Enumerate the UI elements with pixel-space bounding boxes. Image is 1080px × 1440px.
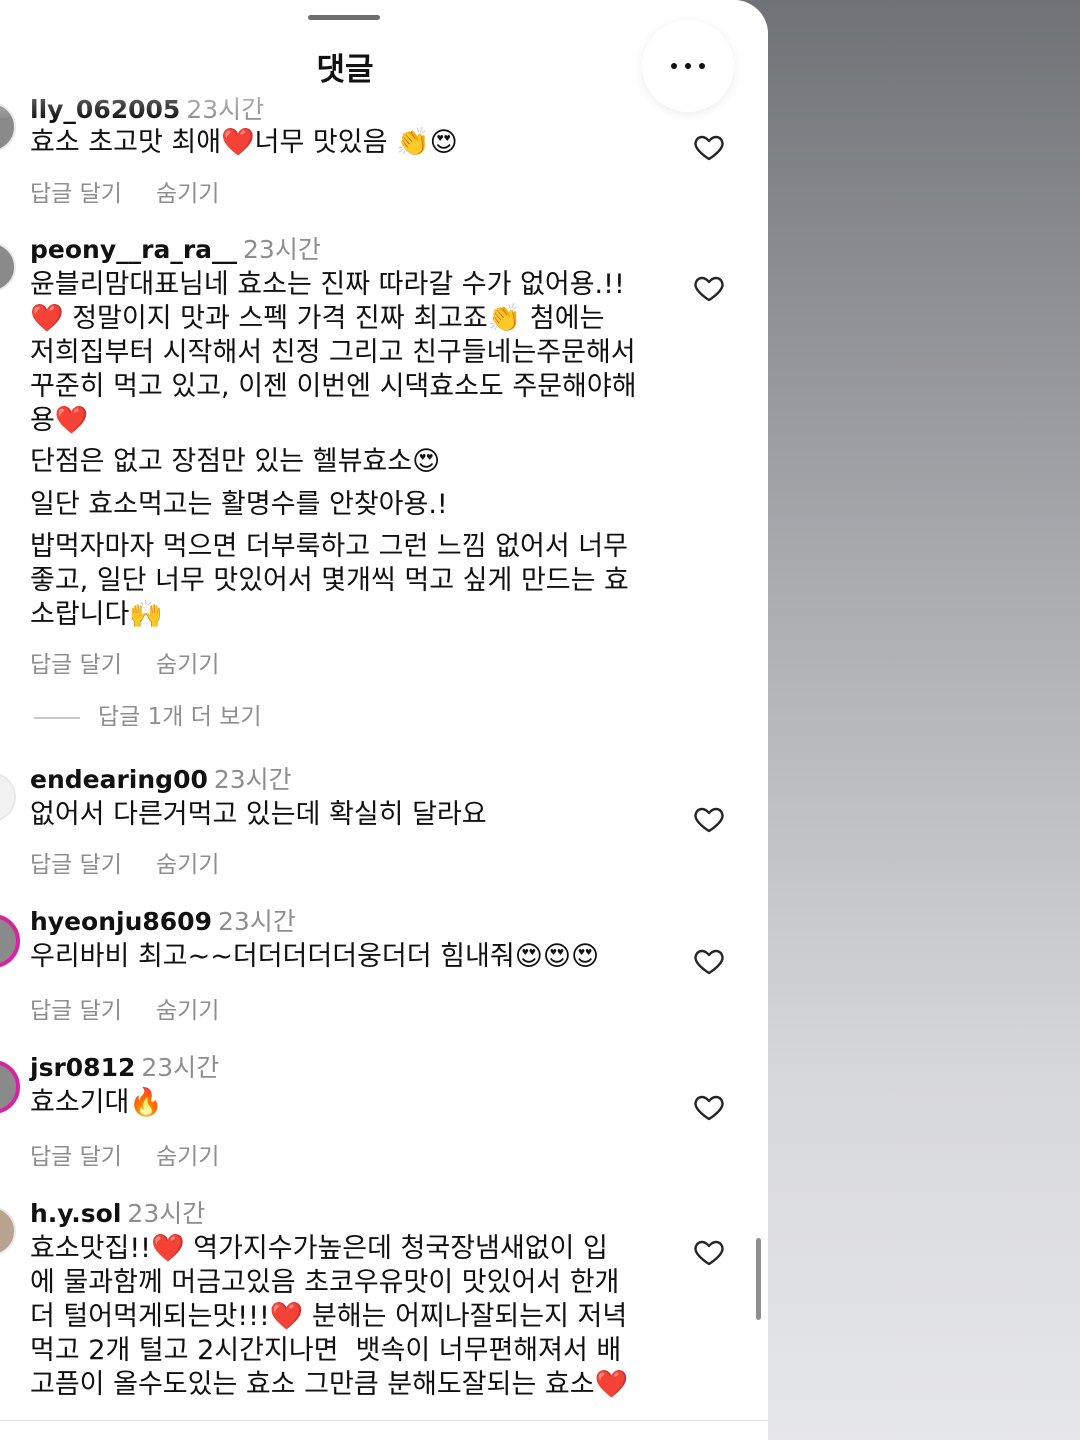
heart-icon[interactable] — [692, 803, 726, 835]
hide-button[interactable]: 숨기기 — [156, 852, 219, 878]
comment-text: 우리바비 최고~~더더더더더웅더더 힘내줘😍😍😍 — [30, 941, 600, 972]
avatar[interactable] — [0, 772, 16, 822]
divider — [0, 1420, 768, 1421]
comment-meta: jsr0812 23시간 — [30, 1048, 219, 1084]
avatar-with-story-ring[interactable] — [0, 1060, 20, 1114]
comment-text: 없어서 다른거먹고 있는데 확실히 달라요 — [30, 799, 487, 830]
comment-time: 23시간 — [127, 1199, 206, 1228]
comment-meta: lly_062005 23시간 — [30, 90, 264, 126]
comment-actions: 답글 달기 숨기기 — [30, 174, 253, 208]
comment-actions: 답글 달기 숨기기 — [30, 991, 253, 1025]
reply-button[interactable]: 답글 달기 — [30, 652, 122, 678]
reply-button[interactable]: 답글 달기 — [30, 852, 122, 878]
avatar-with-story-ring[interactable] — [0, 914, 20, 968]
heart-icon[interactable] — [692, 131, 726, 163]
heart-icon[interactable] — [692, 1236, 726, 1268]
sheet-title: 댓글 — [316, 52, 374, 88]
comment-username[interactable]: jsr0812 — [30, 1053, 135, 1082]
more-horizontal-icon — [685, 63, 691, 69]
avatar[interactable] — [0, 102, 16, 152]
more-horizontal-icon — [699, 63, 705, 69]
comment-actions: 답글 달기 숨기기 — [30, 645, 253, 679]
hide-button[interactable]: 숨기기 — [156, 181, 219, 207]
reply-button[interactable]: 답글 달기 — [30, 181, 122, 207]
comment-meta: peony__ra_ra__ 23시간 — [30, 230, 321, 266]
hide-button[interactable]: 숨기기 — [156, 998, 219, 1024]
comment-time: 23시간 — [141, 1053, 220, 1082]
comment-text: 윤블리맘대표님네 효소는 진짜 따라갈 수가 없어용.!! ❤️ 정말이지 맛과… — [30, 269, 637, 436]
reply-button[interactable]: 답글 달기 — [30, 998, 122, 1024]
reply-button[interactable]: 답글 달기 — [30, 1144, 122, 1170]
comment-time: 23시간 — [243, 235, 321, 264]
comment-username[interactable]: peony__ra_ra__ — [30, 235, 237, 264]
comment-actions: 답글 달기 숨기기 — [30, 845, 253, 879]
more-horizontal-icon — [671, 63, 677, 69]
comment-text: 효소맛집!!❤️ 역가지수가높은데 청국장냄새없이 입 에 물과함께 머금고있음… — [30, 1233, 629, 1400]
avatar[interactable] — [0, 1206, 16, 1256]
heart-icon[interactable] — [692, 272, 726, 304]
view-more-replies[interactable]: 답글 1개 더 보기 — [34, 697, 262, 731]
heart-icon[interactable] — [692, 1091, 726, 1123]
avatar[interactable] — [0, 242, 16, 292]
comment-username[interactable]: endearing00 — [30, 765, 208, 794]
comment-text: 효소 초고맛 최애❤️너무 맛있음 👏😍 — [30, 127, 458, 158]
drag-handle[interactable] — [308, 15, 380, 20]
hide-button[interactable]: 숨기기 — [156, 652, 219, 678]
comment-meta: h.y.sol 23시간 — [30, 1194, 205, 1230]
comment-username[interactable]: hyeonju8609 — [30, 907, 212, 936]
comment-username[interactable]: lly_062005 — [30, 95, 180, 124]
comment-text: 효소기대🔥 — [30, 1087, 163, 1118]
comment-time: 23시간 — [186, 95, 265, 124]
heart-icon[interactable] — [692, 945, 726, 977]
comment-meta: hyeonju8609 23시간 — [30, 902, 296, 938]
reply-divider — [34, 716, 80, 719]
comments-sheet: lly_062005 23시간 효소 초고맛 최애❤️너무 맛있음 👏😍 답글 달… — [0, 0, 768, 1440]
comment-time: 23시간 — [217, 907, 296, 936]
hide-button[interactable]: 숨기기 — [156, 1144, 219, 1170]
comment-username[interactable]: h.y.sol — [30, 1199, 121, 1228]
comment-text: 단점은 없고 장점만 있는 헬뷰효소😍 — [30, 446, 441, 477]
comment-text: 밥먹자마자 먹으면 더부룩하고 그런 느낌 없어서 너무 좋고, 일단 너무 맛… — [30, 531, 629, 630]
scrollbar[interactable] — [756, 1238, 761, 1320]
comment-text: 일단 효소먹고는 활명수를 안찾아용.! — [30, 489, 448, 520]
more-options-button[interactable] — [642, 20, 734, 112]
view-more-replies-label[interactable]: 답글 1개 더 보기 — [98, 704, 262, 730]
comment-actions: 답글 달기 숨기기 — [30, 1137, 253, 1171]
comment-meta: endearing00 23시간 — [30, 760, 292, 796]
comment-time: 23시간 — [213, 765, 292, 794]
